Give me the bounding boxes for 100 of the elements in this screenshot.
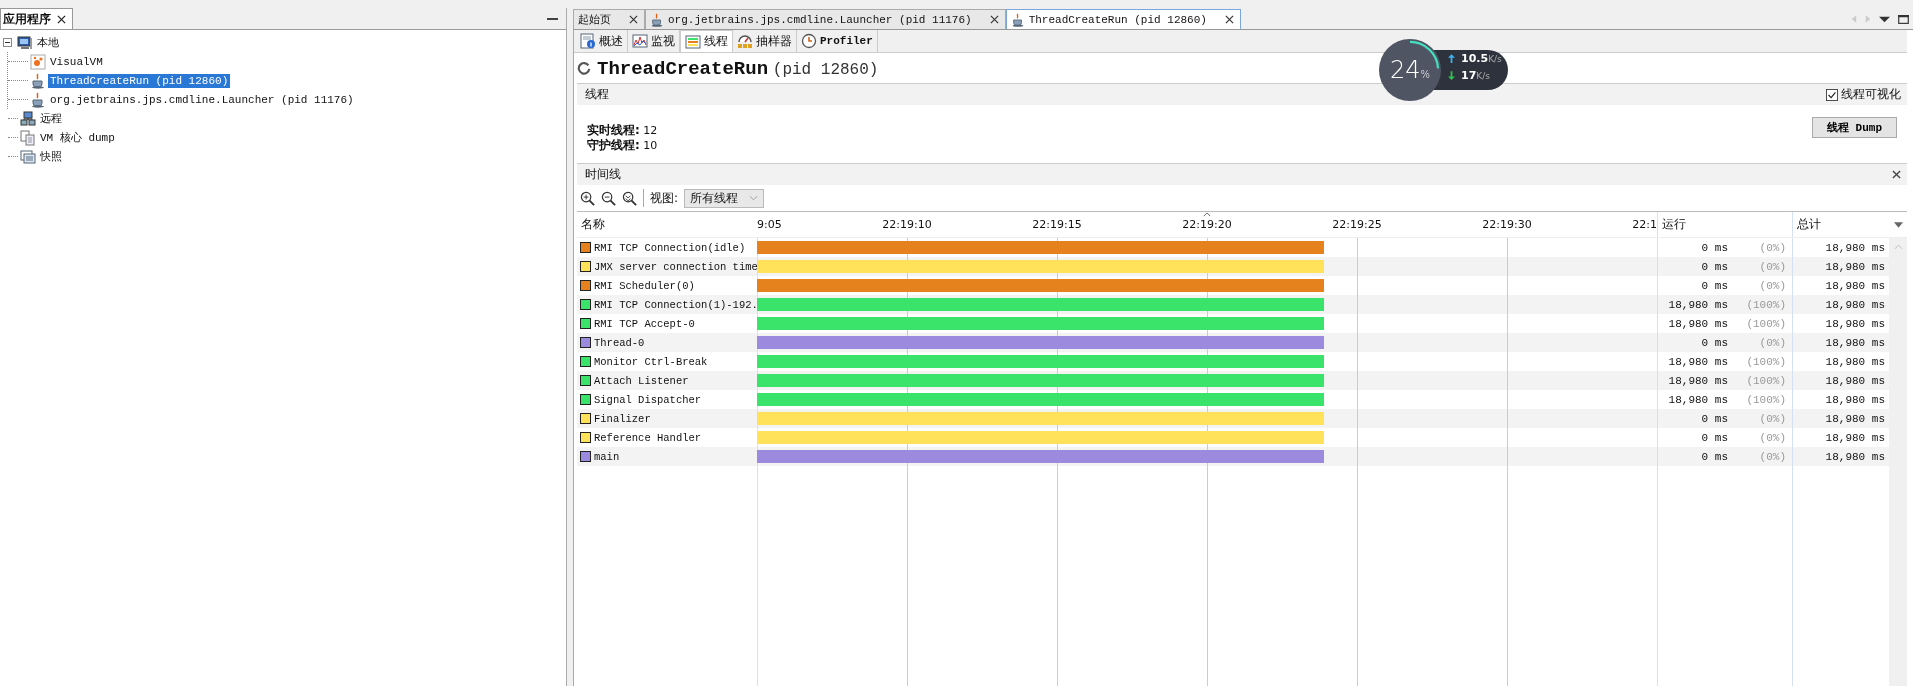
thread-name: RMI TCP Connection(1)-192. bbox=[594, 298, 758, 311]
checkbox-icon[interactable] bbox=[1826, 88, 1838, 101]
editor-tab[interactable]: 起始页 bbox=[573, 9, 645, 29]
view-tab[interactable]: Profiler bbox=[797, 30, 878, 52]
thread-name: main bbox=[594, 450, 620, 463]
thread-name: RMI TCP Accept-0 bbox=[594, 317, 695, 330]
close-icon[interactable] bbox=[989, 15, 999, 24]
editor-tab[interactable]: org.jetbrains.jps.cmdline.Launcher (pid 11176) bbox=[645, 9, 1006, 29]
panel-tab-title: 应用程序 bbox=[3, 10, 51, 28]
running-time: 0 ms bbox=[1701, 431, 1728, 444]
maximize-icon[interactable] bbox=[1898, 14, 1909, 24]
download-arrow-icon bbox=[1448, 71, 1455, 80]
time-tick-label: 22:19:15 bbox=[1032, 218, 1082, 231]
coffee-cup-icon bbox=[30, 91, 46, 108]
close-icon[interactable] bbox=[1892, 170, 1901, 179]
gauge-icon bbox=[737, 33, 753, 49]
panel-tab[interactable]: 应用程序 bbox=[0, 8, 73, 29]
running-time: 18,980 ms bbox=[1668, 355, 1728, 368]
dropdown-icon[interactable] bbox=[1879, 14, 1890, 24]
total-time: 18,980 ms bbox=[1825, 355, 1885, 368]
running-time: 0 ms bbox=[1701, 412, 1728, 425]
documents-icon bbox=[20, 129, 36, 146]
thread-name: RMI Scheduler(0) bbox=[594, 279, 695, 292]
computer-icon bbox=[17, 34, 33, 51]
zoom-fit-icon[interactable] bbox=[622, 190, 637, 206]
coffee-cup-icon bbox=[650, 12, 664, 27]
close-icon[interactable] bbox=[1224, 15, 1234, 24]
tree-item[interactable]: org.jetbrains.jps.cmdline.Launcher (pid 11176) bbox=[48, 92, 356, 107]
threads-icon bbox=[685, 33, 701, 50]
running-percent: (0%) bbox=[1758, 412, 1786, 425]
tree-item[interactable]: VM 核心 dump bbox=[38, 129, 117, 146]
column-header[interactable]: 总计 bbox=[1792, 212, 1889, 237]
running-time: 18,980 ms bbox=[1668, 317, 1728, 330]
info-document-icon bbox=[580, 33, 596, 49]
visualize-checkbox[interactable]: 线程可视化 bbox=[1826, 86, 1901, 103]
total-time: 18,980 ms bbox=[1825, 317, 1885, 330]
time-tick-label: 22:19:20 bbox=[1182, 218, 1232, 231]
running-percent: (0%) bbox=[1758, 279, 1786, 292]
usage-ring bbox=[1378, 38, 1442, 102]
thread-stat: 实时线程: 12 bbox=[587, 123, 658, 138]
tree-item[interactable]: 快照 bbox=[38, 148, 64, 165]
running-time: 0 ms bbox=[1701, 241, 1728, 254]
view-tab[interactable]: 监视 bbox=[628, 30, 680, 52]
running-time: 18,980 ms bbox=[1668, 374, 1728, 387]
network-icon bbox=[20, 110, 36, 127]
usage-percent: 24% bbox=[1390, 56, 1431, 84]
upload-arrow-icon bbox=[1448, 54, 1455, 63]
column-menu-icon[interactable] bbox=[1893, 221, 1903, 228]
coffee-cup-icon bbox=[30, 72, 46, 89]
view-dropdown[interactable]: 所有线程 bbox=[684, 188, 765, 208]
application-title: ThreadCreateRun (pid 12860) bbox=[597, 56, 879, 80]
tree-item[interactable]: ThreadCreateRun (pid 12860) bbox=[48, 73, 231, 88]
view-tab[interactable]: 线程 bbox=[680, 30, 733, 52]
total-time: 18,980 ms bbox=[1825, 279, 1885, 292]
time-tick-label: 22:19:30 bbox=[1482, 218, 1532, 231]
running-percent: (100%) bbox=[1745, 298, 1786, 311]
editor-tab[interactable]: ThreadCreateRun (pid 12860) bbox=[1005, 9, 1241, 29]
running-time: 0 ms bbox=[1701, 336, 1728, 349]
snapshot-icon bbox=[20, 148, 36, 165]
thread-name: Thread-0 bbox=[594, 336, 645, 349]
thread-name: Attach Listener bbox=[594, 374, 689, 387]
section-title: 线程 bbox=[585, 86, 609, 103]
running-percent: (100%) bbox=[1745, 355, 1786, 368]
collapse-toggle-icon[interactable] bbox=[3, 38, 12, 47]
view-tab[interactable]: 抽样器 bbox=[733, 30, 797, 52]
close-icon[interactable] bbox=[57, 14, 66, 24]
section-title: 时间线 bbox=[585, 166, 621, 183]
view-tab[interactable]: 概述 bbox=[576, 30, 628, 52]
running-percent: (100%) bbox=[1745, 393, 1786, 406]
running-percent: (0%) bbox=[1758, 336, 1786, 349]
column-header[interactable]: 运行 bbox=[1657, 212, 1792, 237]
thread-name: Finalizer bbox=[594, 412, 651, 425]
total-time: 18,980 ms bbox=[1825, 450, 1885, 463]
caret-icon bbox=[749, 195, 759, 201]
total-time: 18,980 ms bbox=[1825, 260, 1885, 273]
tree-item[interactable]: 远程 bbox=[38, 110, 64, 127]
total-time: 18,980 ms bbox=[1825, 374, 1885, 387]
running-time: 0 ms bbox=[1701, 279, 1728, 292]
running-time: 0 ms bbox=[1701, 260, 1728, 273]
thread-dump-button[interactable]: 线程 Dump bbox=[1812, 116, 1897, 138]
zoom-out-icon[interactable] bbox=[601, 190, 616, 206]
app-logo-icon bbox=[30, 53, 46, 70]
column-header[interactable]: 名称 bbox=[577, 212, 757, 237]
running-time: 18,980 ms bbox=[1668, 393, 1728, 406]
total-time: 18,980 ms bbox=[1825, 412, 1885, 425]
zoom-in-icon[interactable] bbox=[580, 190, 595, 206]
thread-name: Monitor Ctrl-Break bbox=[594, 355, 708, 368]
running-percent: (100%) bbox=[1745, 374, 1786, 387]
coffee-cup-icon bbox=[1010, 12, 1025, 27]
caret-icon bbox=[1203, 212, 1211, 217]
chart-icon bbox=[632, 33, 648, 49]
running-percent: (0%) bbox=[1758, 260, 1786, 273]
thread-stat: 守护线程: 10 bbox=[587, 138, 658, 153]
running-time: 0 ms bbox=[1701, 450, 1728, 463]
tree-item[interactable]: 本地 bbox=[35, 34, 61, 51]
total-time: 18,980 ms bbox=[1825, 298, 1885, 311]
loading-spinner-icon bbox=[577, 61, 591, 75]
close-icon[interactable] bbox=[629, 15, 638, 24]
tree-item[interactable]: VisualVM bbox=[48, 54, 105, 69]
total-time: 18,980 ms bbox=[1825, 431, 1885, 444]
